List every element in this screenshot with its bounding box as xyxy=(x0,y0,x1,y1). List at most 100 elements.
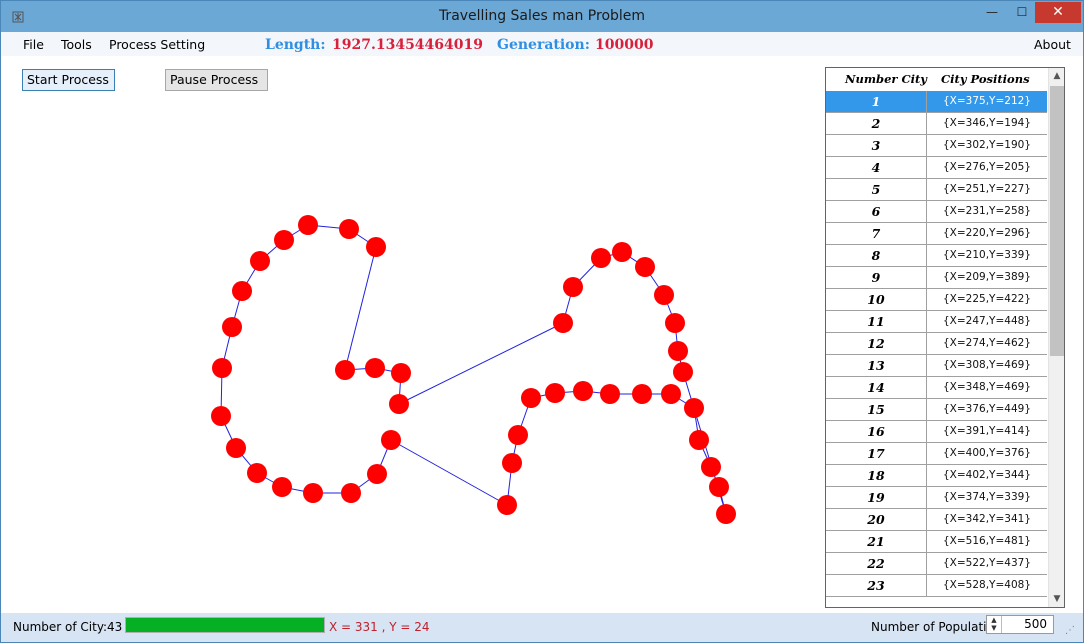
resize-grip-icon[interactable]: ⋰ xyxy=(1065,625,1079,639)
cell-city-position[interactable]: {X=276,Y=205} xyxy=(927,157,1047,178)
population-value[interactable]: 500 xyxy=(1024,617,1047,631)
table-row[interactable]: 23 {X=528,Y=408} xyxy=(826,575,1047,597)
scroll-thumb[interactable] xyxy=(1050,86,1064,356)
cell-city-position[interactable]: {X=220,Y=296} xyxy=(927,223,1047,244)
city-point xyxy=(591,248,611,268)
table-row[interactable]: 16 {X=391,Y=414} xyxy=(826,421,1047,443)
cell-city-position[interactable]: {X=342,Y=341} xyxy=(927,509,1047,530)
cell-number-city[interactable]: 4 xyxy=(826,157,927,178)
cell-city-position[interactable]: {X=375,Y=212} xyxy=(927,91,1047,112)
cell-number-city[interactable]: 12 xyxy=(826,333,927,354)
table-row[interactable]: 7 {X=220,Y=296} xyxy=(826,223,1047,245)
scroll-down-arrow-icon[interactable]: ▼ xyxy=(1049,591,1064,607)
length-label: Length: xyxy=(265,37,326,53)
menu-file[interactable]: File xyxy=(23,37,44,52)
table-row[interactable]: 3 {X=302,Y=190} xyxy=(826,135,1047,157)
cell-number-city[interactable]: 20 xyxy=(826,509,927,530)
pause-process-button[interactable]: Pause Process xyxy=(165,69,268,91)
cell-number-city[interactable]: 7 xyxy=(826,223,927,244)
cell-city-position[interactable]: {X=308,Y=469} xyxy=(927,355,1047,376)
cell-number-city[interactable]: 16 xyxy=(826,421,927,442)
table-row[interactable]: 17 {X=400,Y=376} xyxy=(826,443,1047,465)
progress-fill xyxy=(126,618,324,632)
cell-city-position[interactable]: {X=402,Y=344} xyxy=(927,465,1047,486)
city-point xyxy=(502,453,522,473)
cell-number-city[interactable]: 3 xyxy=(826,135,927,156)
table-row[interactable]: 4 {X=276,Y=205} xyxy=(826,157,1047,179)
table-row[interactable]: 9 {X=209,Y=389} xyxy=(826,267,1047,289)
title-bar[interactable]: Travelling Sales man Problem — ☐ ✕ xyxy=(1,1,1083,32)
table-row[interactable]: 8 {X=210,Y=339} xyxy=(826,245,1047,267)
cell-number-city[interactable]: 14 xyxy=(826,377,927,398)
cell-number-city[interactable]: 8 xyxy=(826,245,927,266)
cell-city-position[interactable]: {X=274,Y=462} xyxy=(927,333,1047,354)
table-row[interactable]: 11 {X=247,Y=448} xyxy=(826,311,1047,333)
city-grid[interactable]: Number City City Positions 1 {X=375,Y=212… xyxy=(825,67,1065,608)
cell-number-city[interactable]: 21 xyxy=(826,531,927,552)
cell-city-position[interactable]: {X=516,Y=481} xyxy=(927,531,1047,552)
minimize-button[interactable]: — xyxy=(975,2,1009,23)
column-header-city-positions[interactable]: City Positions xyxy=(941,72,1030,86)
menu-about[interactable]: About xyxy=(1034,37,1071,52)
table-row[interactable]: 22 {X=522,Y=437} xyxy=(826,553,1047,575)
cell-city-position[interactable]: {X=247,Y=448} xyxy=(927,311,1047,332)
cell-number-city[interactable]: 6 xyxy=(826,201,927,222)
table-row[interactable]: 20 {X=342,Y=341} xyxy=(826,509,1047,531)
cell-number-city[interactable]: 1 xyxy=(826,91,927,112)
population-stepper[interactable]: ▲ ▼ 500 xyxy=(986,615,1054,634)
cell-city-position[interactable]: {X=231,Y=258} xyxy=(927,201,1047,222)
cell-city-position[interactable]: {X=346,Y=194} xyxy=(927,113,1047,134)
close-button[interactable]: ✕ xyxy=(1035,2,1081,23)
menu-tools[interactable]: Tools xyxy=(61,37,92,52)
cell-number-city[interactable]: 17 xyxy=(826,443,927,464)
cell-number-city[interactable]: 2 xyxy=(826,113,927,134)
cell-number-city[interactable]: 18 xyxy=(826,465,927,486)
table-row[interactable]: 1 {X=375,Y=212} xyxy=(826,91,1047,113)
cell-city-position[interactable]: {X=391,Y=414} xyxy=(927,421,1047,442)
city-point xyxy=(341,483,361,503)
scroll-up-arrow-icon[interactable]: ▲ xyxy=(1049,68,1064,84)
column-header-number-city[interactable]: Number City xyxy=(845,72,927,86)
city-point xyxy=(716,504,736,524)
cell-number-city[interactable]: 11 xyxy=(826,311,927,332)
table-row[interactable]: 14 {X=348,Y=469} xyxy=(826,377,1047,399)
cell-number-city[interactable]: 23 xyxy=(826,575,927,596)
cell-number-city[interactable]: 10 xyxy=(826,289,927,310)
cell-city-position[interactable]: {X=376,Y=449} xyxy=(927,399,1047,420)
cell-number-city[interactable]: 5 xyxy=(826,179,927,200)
cell-city-position[interactable]: {X=302,Y=190} xyxy=(927,135,1047,156)
cell-number-city[interactable]: 22 xyxy=(826,553,927,574)
table-row[interactable]: 13 {X=308,Y=469} xyxy=(826,355,1047,377)
table-row[interactable]: 12 {X=274,Y=462} xyxy=(826,333,1047,355)
start-process-button[interactable]: Start Process xyxy=(22,69,115,91)
table-row[interactable]: 6 {X=231,Y=258} xyxy=(826,201,1047,223)
table-row[interactable]: 18 {X=402,Y=344} xyxy=(826,465,1047,487)
cell-number-city[interactable]: 13 xyxy=(826,355,927,376)
cell-city-position[interactable]: {X=251,Y=227} xyxy=(927,179,1047,200)
table-row[interactable]: 10 {X=225,Y=422} xyxy=(826,289,1047,311)
cell-city-position[interactable]: {X=374,Y=339} xyxy=(927,487,1047,508)
cell-city-position[interactable]: {X=400,Y=376} xyxy=(927,443,1047,464)
cell-city-position[interactable]: {X=528,Y=408} xyxy=(927,575,1047,596)
table-row[interactable]: 2 {X=346,Y=194} xyxy=(826,113,1047,135)
maximize-button[interactable]: ☐ xyxy=(1005,2,1039,23)
city-point xyxy=(274,230,294,250)
cell-city-position[interactable]: {X=210,Y=339} xyxy=(927,245,1047,266)
cell-number-city[interactable]: 19 xyxy=(826,487,927,508)
city-point xyxy=(600,384,620,404)
city-point xyxy=(365,358,385,378)
stepper-arrows-icon[interactable]: ▲ ▼ xyxy=(987,616,1002,633)
cell-number-city[interactable]: 9 xyxy=(826,267,927,288)
tour-plot[interactable] xyxy=(1,57,819,613)
grid-scrollbar[interactable]: ▲ ▼ xyxy=(1048,68,1064,607)
table-row[interactable]: 19 {X=374,Y=339} xyxy=(826,487,1047,509)
table-row[interactable]: 5 {X=251,Y=227} xyxy=(826,179,1047,201)
table-row[interactable]: 21 {X=516,Y=481} xyxy=(826,531,1047,553)
cell-city-position[interactable]: {X=522,Y=437} xyxy=(927,553,1047,574)
menu-process-setting[interactable]: Process Setting xyxy=(109,37,205,52)
cell-city-position[interactable]: {X=225,Y=422} xyxy=(927,289,1047,310)
cell-city-position[interactable]: {X=209,Y=389} xyxy=(927,267,1047,288)
table-row[interactable]: 15 {X=376,Y=449} xyxy=(826,399,1047,421)
cell-number-city[interactable]: 15 xyxy=(826,399,927,420)
cell-city-position[interactable]: {X=348,Y=469} xyxy=(927,377,1047,398)
